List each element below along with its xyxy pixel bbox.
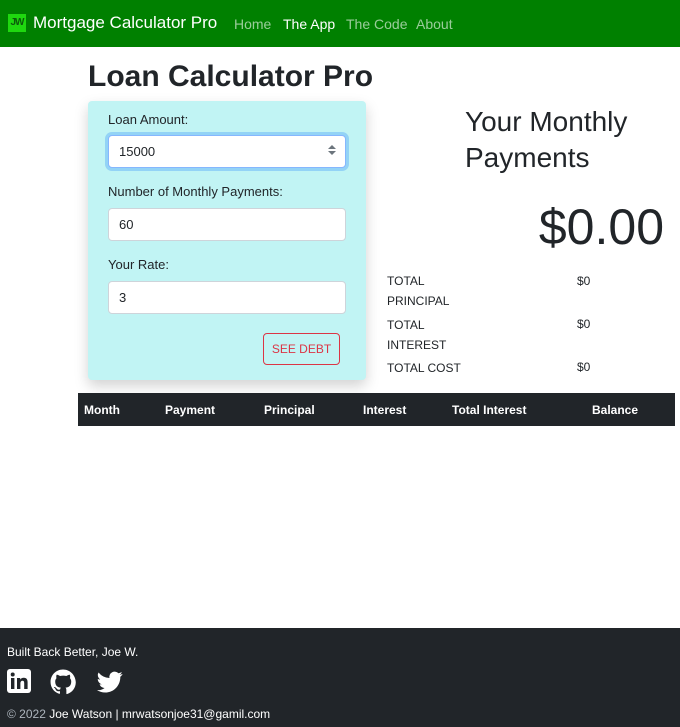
navbar: JW Mortgage Calculator Pro Home The App … <box>0 0 680 47</box>
brand-logo[interactable]: JW <box>8 14 26 32</box>
rate-input[interactable]: 3 <box>108 281 346 314</box>
author-contact[interactable]: Joe Watson | mrwatsonjoe31@gamil.com <box>49 707 270 721</box>
payments-input[interactable]: 60 <box>108 208 346 241</box>
column-principal: Principal <box>264 403 315 417</box>
number-stepper-icon[interactable] <box>327 143 337 161</box>
total-principal-label: TOTAL PRINCIPAL <box>387 274 450 308</box>
total-interest-value: $0 <box>577 317 591 331</box>
column-payment: Payment <box>165 403 216 417</box>
footer: Built Back Better, Joe W. © 2022 Joe Wat… <box>0 628 680 727</box>
copyright-prefix: © 2022 <box>7 707 46 721</box>
total-cost-label: TOTAL COST <box>387 361 461 375</box>
total-cost-value: $0 <box>577 360 591 374</box>
total-principal-value: $0 <box>577 274 591 288</box>
column-interest: Interest <box>363 403 407 417</box>
total-interest-label: TOTAL INTEREST <box>387 318 447 352</box>
footer-tagline: Built Back Better, Joe W. <box>7 645 139 659</box>
nav-home[interactable]: Home <box>234 16 271 32</box>
rate-label: Your Rate: <box>108 257 169 272</box>
column-total-interest: Total Interest <box>452 403 527 417</box>
github-icon[interactable] <box>50 669 76 695</box>
rate-value: 3 <box>119 290 127 305</box>
column-balance: Balance <box>592 403 639 417</box>
payment-schedule-table-header: Month Payment Principal Interest Total I… <box>78 393 675 426</box>
stepper-down-icon[interactable] <box>328 151 336 155</box>
linkedin-icon[interactable] <box>7 669 33 695</box>
nav-about[interactable]: About <box>416 16 453 32</box>
stepper-up-icon[interactable] <box>328 145 336 149</box>
loan-amount-label: Loan Amount: <box>108 112 189 127</box>
monthly-payment-amount: $0.00 <box>538 199 664 255</box>
loan-form-card: Loan Amount: 15000 Number of Monthly Pay… <box>88 101 366 380</box>
monthly-payments-heading: Your Monthly Payments <box>465 106 628 173</box>
nav-the-app[interactable]: The App <box>283 16 335 32</box>
payments-label: Number of Monthly Payments: <box>108 184 283 199</box>
page-title: Loan Calculator Pro <box>88 60 374 93</box>
payments-value: 60 <box>119 217 134 232</box>
loan-amount-value: 15000 <box>119 144 156 159</box>
column-month: Month <box>84 403 120 417</box>
twitter-icon[interactable] <box>96 669 123 695</box>
loan-amount-input[interactable]: 15000 <box>108 135 346 168</box>
see-debt-button[interactable]: SEE DEBT <box>263 333 340 365</box>
copyright-line: © 2022 Joe Watson | mrwatsonjoe31@gamil.… <box>7 707 270 721</box>
brand-name[interactable]: Mortgage Calculator Pro <box>33 13 217 33</box>
nav-the-code[interactable]: The Code <box>346 16 407 32</box>
